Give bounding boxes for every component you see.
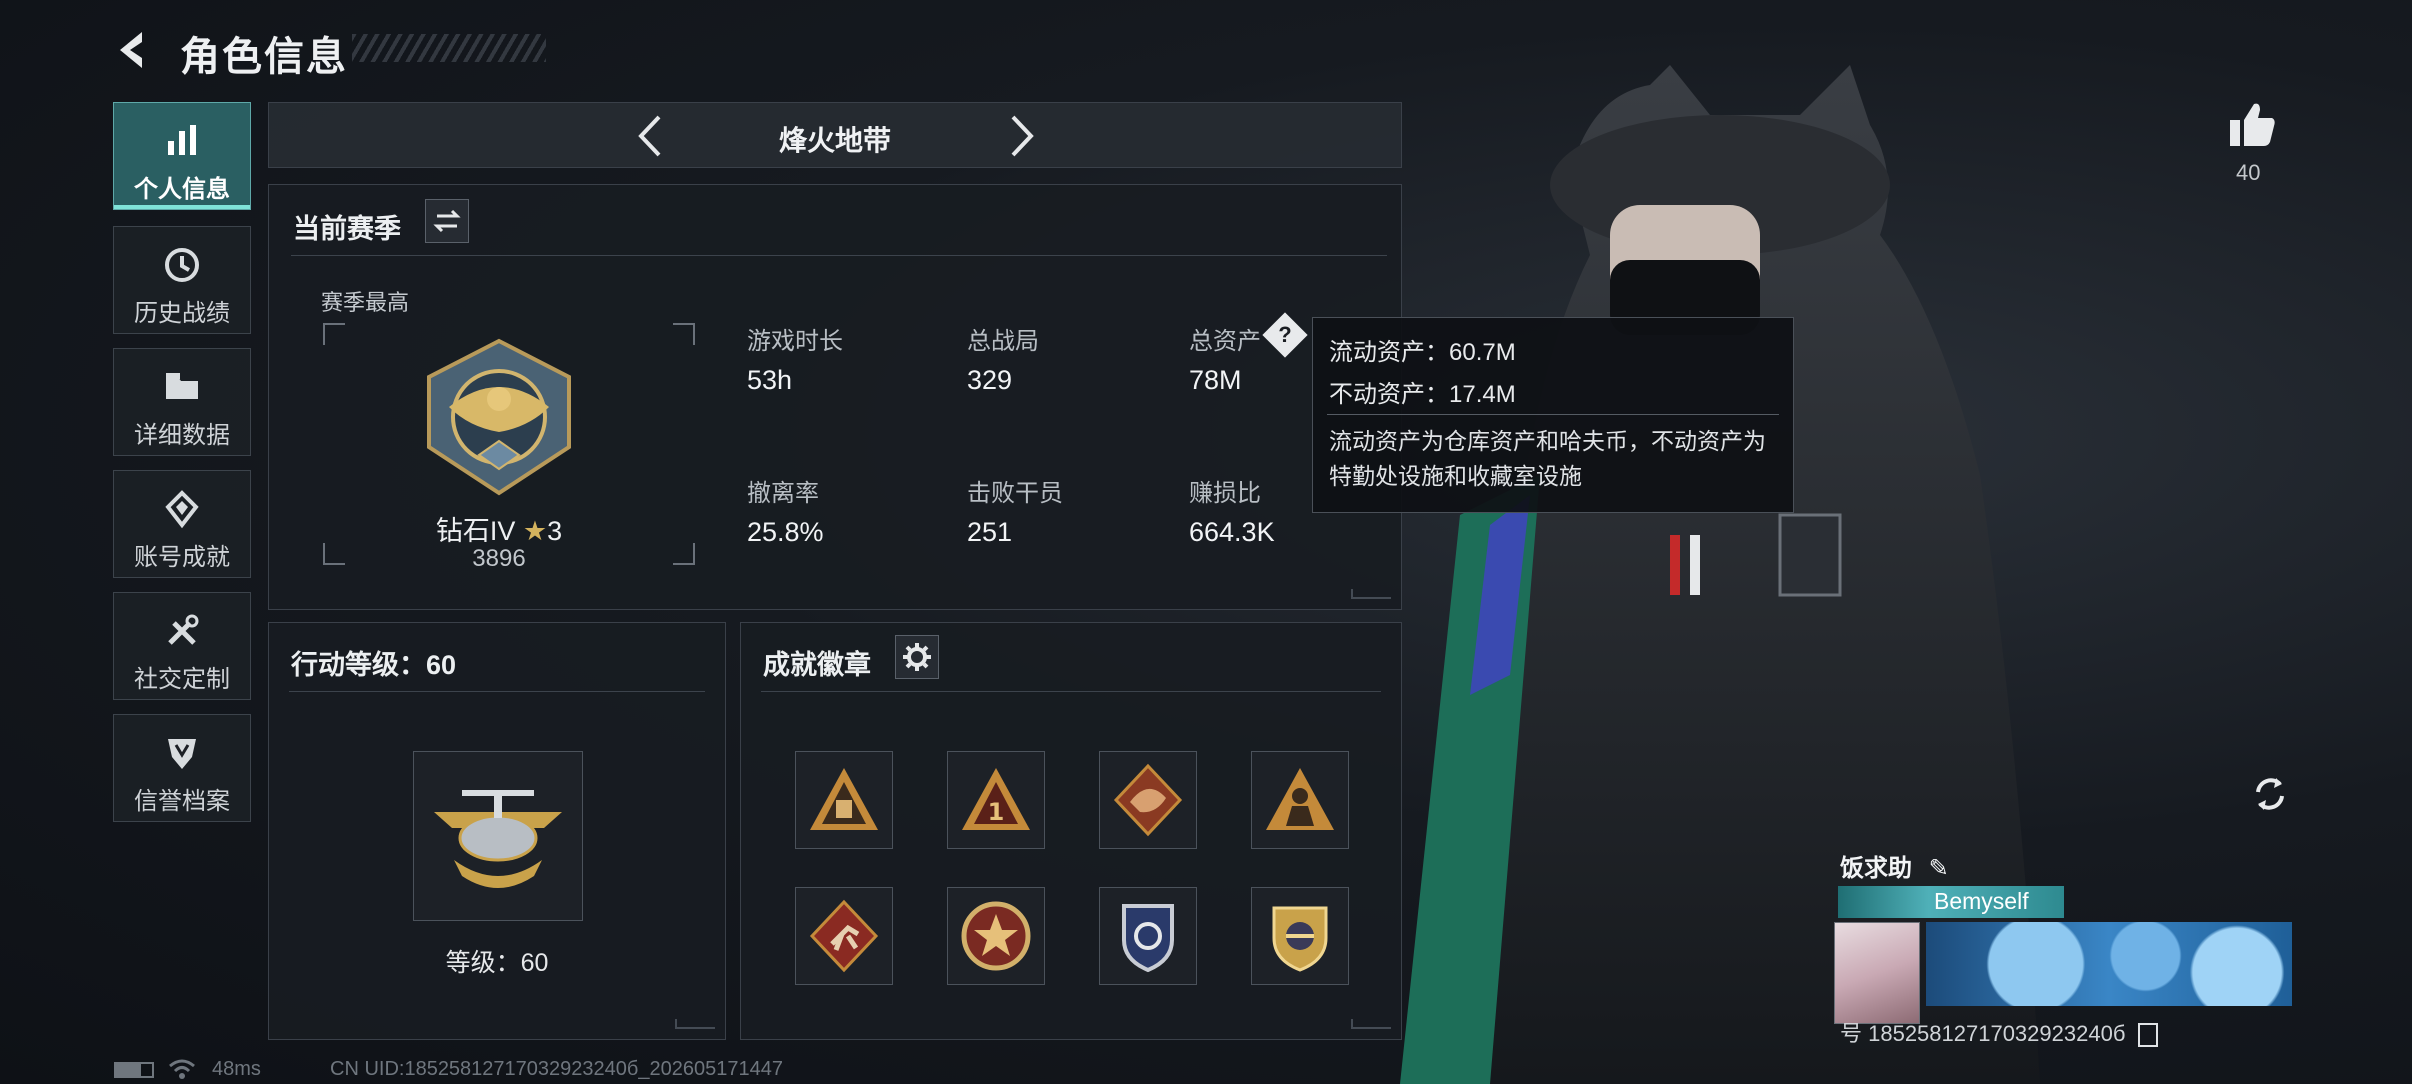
achievements-title: 成就徽章 [763, 650, 871, 680]
rank-name: 钻石IV [435, 516, 516, 546]
bar-chart-icon [168, 125, 196, 155]
rank-stars: 3 [547, 516, 563, 546]
tools-icon [168, 614, 199, 645]
next-mode-arrow-icon[interactable] [999, 113, 1043, 159]
stat-label: 撤离率 [747, 480, 819, 507]
sidebar-item-social-custom[interactable]: 社交定制 [113, 592, 251, 700]
gear-icon [903, 643, 931, 671]
season-title: 当前赛季 [293, 214, 401, 244]
edit-icon[interactable]: ✎ [1929, 855, 1949, 882]
sidebar-item-detail-data[interactable]: 详细数据 [113, 348, 251, 456]
mode-title: 烽火地带 [778, 125, 891, 156]
sidebar-item-label: 个人信息 [134, 176, 230, 203]
supply-crate-badge[interactable] [795, 751, 893, 849]
rank-title: 钻石IV ★3 [419, 509, 579, 548]
stat-label: 赚损比 [1189, 480, 1261, 507]
profile-banner [1926, 922, 2292, 1006]
stat-value: 25.8% [747, 517, 824, 547]
ping-text: 48ms [212, 1058, 261, 1080]
sidebar-item-history[interactable]: 历史战绩 [113, 226, 251, 334]
avatar[interactable] [1834, 922, 1920, 1024]
mode-switcher: 烽火地带 [268, 102, 1402, 168]
stat-label: 击败干员 [967, 480, 1063, 507]
badge-settings-button[interactable] [895, 635, 939, 679]
sidebar-item-label: 信誉档案 [134, 788, 230, 815]
gold-crest-badge[interactable] [1251, 887, 1349, 985]
action-level-title: 行动等级：60 [291, 650, 457, 680]
player-name: 饭求助 [1840, 855, 1912, 882]
dragon-badge[interactable] [1099, 751, 1197, 849]
season-best-label: 赛季最高 [321, 290, 410, 315]
page-title: 角色信息 [180, 35, 348, 79]
star-emblem-badge[interactable] [947, 887, 1045, 985]
footer-uid: CN UID:18525812717032923240б_20260517144… [330, 1058, 783, 1080]
stat-value: 53h [747, 365, 793, 395]
thumb-up-icon[interactable] [2228, 100, 2278, 148]
soldier-badge[interactable] [1251, 751, 1349, 849]
back-arrow-icon[interactable] [112, 28, 156, 72]
action-level-panel: 行动等级：60 等级：60 [268, 622, 726, 1040]
achievement-icon [165, 490, 199, 529]
swap-icon [433, 209, 461, 233]
shield-emblem-badge[interactable] [1099, 887, 1197, 985]
asset-tooltip: 流动资产：60.7M 不动资产：17.4M 流动资产为仓库资产和哈夫币，不动资产… [1312, 317, 1794, 513]
sidebar-item-label: 社交定制 [134, 666, 230, 693]
switch-season-button[interactable] [425, 199, 469, 243]
like-count: 40 [2236, 160, 2261, 185]
stat-label: 游戏时长 [747, 328, 843, 355]
folder-icon [166, 373, 198, 399]
name-plate: Bemyself [1838, 886, 2064, 918]
season-panel: 当前赛季 赛季最高 钻石IV ★3 3896 游戏时长 53h 总战局 329 … [268, 184, 1402, 610]
battery-icon [114, 1062, 154, 1078]
stat-label: 总战局 [967, 328, 1039, 355]
copy-icon[interactable] [2137, 1023, 2158, 1048]
sidebar-item-label: 详细数据 [134, 422, 230, 449]
helicopter-level-emblem-icon [434, 790, 562, 888]
profile-uid: 号 18525812717032923240б [1840, 1016, 2158, 1048]
liquid-assets-text: 流动资产：60.7M [1329, 339, 1516, 366]
level-text: 等级：60 [445, 949, 549, 977]
fixed-assets-text: 不动资产：17.4M [1329, 381, 1516, 408]
stat-value: 251 [967, 517, 1013, 547]
sidebar-item-achievements[interactable]: 账号成就 [113, 470, 251, 578]
sidebar-item-label: 账号成就 [134, 544, 230, 571]
stat-value: 78M [1189, 365, 1242, 395]
achievement-badges-panel: 成就徽章 1 [740, 622, 1402, 1040]
level-emblem-frame [413, 751, 583, 921]
history-icon [165, 248, 199, 282]
sidebar-item-label: 历史战绩 [134, 300, 230, 327]
stat-value: 329 [967, 365, 1013, 395]
title-decoration [352, 34, 546, 62]
stat-value: 664.3K [1189, 517, 1275, 547]
stat-label: 总资产 [1189, 328, 1261, 355]
profile-name: 饭求助 ✎ [1840, 848, 1949, 883]
credit-shield-icon [168, 739, 196, 769]
svg-text:1: 1 [988, 798, 1005, 826]
diamond-rank-emblem-icon [427, 338, 571, 496]
wifi-icon [169, 1059, 195, 1079]
rank-star-icon: ★ [522, 516, 548, 546]
rank-score: 3896 [472, 545, 526, 572]
sidebar-item-personal-info[interactable]: 个人信息 [113, 102, 251, 210]
number-one-badge[interactable]: 1 [947, 751, 1045, 849]
sidebar-item-credit-file[interactable]: 信誉档案 [113, 714, 251, 822]
asset-description: 流动资产为仓库资产和哈夫币，不动资产为特勤处设施和收藏室设施 [1329, 428, 1766, 489]
plate-name: Bemyself [1934, 888, 2029, 914]
runner-badge[interactable] [795, 887, 893, 985]
refresh-icon[interactable] [2246, 770, 2294, 818]
